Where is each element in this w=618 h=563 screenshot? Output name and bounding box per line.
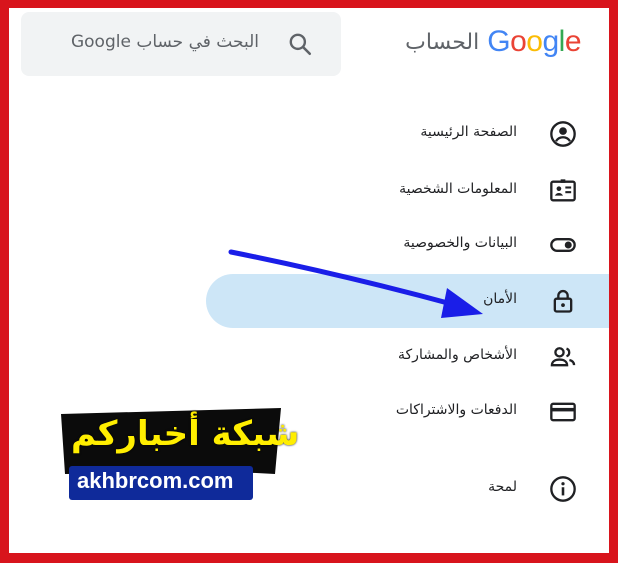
nav-item-people-sharing[interactable]: الأشخاص والمشاركة xyxy=(9,330,609,384)
brand-letter: G xyxy=(487,25,511,58)
nav-label: الدفعات والاشتراكات xyxy=(395,402,517,418)
account-circle-icon xyxy=(550,121,576,147)
google-account-logo[interactable]: الحساب Google xyxy=(405,24,581,60)
toggle-icon xyxy=(550,238,576,252)
nav-item-home[interactable]: الصفحة الرئيسية xyxy=(9,107,609,161)
annotation-arrow xyxy=(228,249,483,318)
google-wordmark: Google xyxy=(487,25,581,59)
brand-letter: o xyxy=(526,25,543,58)
brand-suffix: الحساب xyxy=(405,29,480,55)
nav-label: الصفحة الرئيسية xyxy=(420,124,517,140)
info-icon xyxy=(550,476,576,502)
nav-item-personal-info[interactable]: المعلومات الشخصية xyxy=(9,164,609,218)
brand-letter: g xyxy=(542,25,559,58)
page-frame: البحث في حساب Google الحساب Google الصفح… xyxy=(9,8,609,553)
search-placeholder: البحث في حساب Google xyxy=(70,32,259,52)
search-input[interactable]: البحث في حساب Google xyxy=(21,12,341,76)
watermark-arabic: شبكة أخباركم xyxy=(71,414,300,454)
watermark-url: akhbrcom.com xyxy=(77,468,234,493)
site-watermark: شبكة أخباركم akhbrcom.com xyxy=(61,408,301,508)
brand-letter: o xyxy=(510,25,527,58)
credit-card-icon xyxy=(550,402,576,422)
nav-label: الأشخاص والمشاركة xyxy=(398,347,517,363)
search-icon[interactable] xyxy=(287,31,313,57)
people-icon xyxy=(550,347,576,367)
id-card-icon xyxy=(550,179,576,202)
nav-label: المعلومات الشخصية xyxy=(399,181,517,197)
brand-letter: e xyxy=(564,25,582,58)
nav-label: لمحة xyxy=(488,479,517,495)
lock-icon xyxy=(553,289,573,313)
